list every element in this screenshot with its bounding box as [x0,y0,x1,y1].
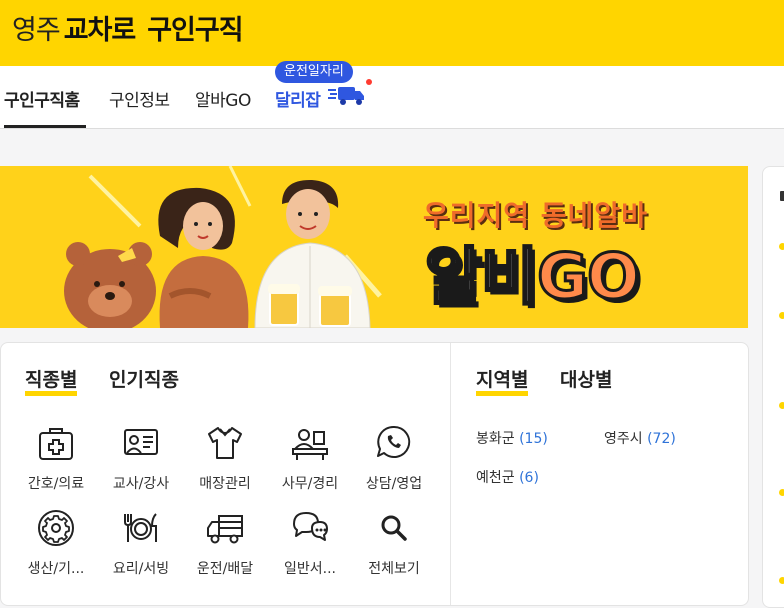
category-medical[interactable]: 간호/의료 [16,423,96,493]
search-icon [381,515,407,541]
region-link-yecheon[interactable]: 예천군 (6) [476,467,539,487]
category-label: 간호/의료 [27,476,85,492]
tab-job-info[interactable]: 구인정보 [109,86,170,111]
tab-dallijob[interactable]: 달리잡 [275,86,321,111]
category-general-service[interactable]: 일반서... [270,508,350,578]
phone-chat-icon [377,425,411,458]
region-count: (72) [647,431,676,447]
banner-title: 알비GO [423,226,642,316]
new-indicator-dot [366,79,372,85]
tab-highlight [476,391,529,396]
promo-banner[interactable]: 우리지역 동네알바 알비GO [0,166,748,328]
category-office[interactable]: 사무/경리 [270,423,350,493]
category-label: 상담/영업 [365,476,423,492]
shirt-icon [208,427,242,459]
tab-label: 대상별 [560,369,613,391]
banner-title-main: 알비 [423,239,539,315]
office-desk-icon [292,429,328,460]
region-count: (15) [519,431,548,447]
active-tab-indicator [4,125,86,128]
tab-albago[interactable]: 알바GO [195,86,251,111]
category-production[interactable]: 생산/기... [16,508,96,578]
region-name: 예천군 [476,470,515,486]
region-link-yeongju[interactable]: 영주시 (72) [604,428,676,448]
category-label: 매장관리 [199,476,251,492]
category-label: 운전/배달 [196,561,254,577]
category-label: 전체보기 [368,561,420,577]
logo-brand: 교차로 [63,15,137,46]
region-count: (6) [519,470,539,486]
banner-illustration [64,166,382,328]
side-panel [762,166,784,608]
list-bullet [779,489,784,496]
category-view-all[interactable]: 전체보기 [354,508,434,578]
list-bullet [779,312,784,319]
region-name: 봉화군 [476,431,515,447]
category-driving[interactable]: 운전/배달 [185,508,265,578]
tab-highlight [25,391,78,396]
tab-job-home[interactable]: 구인구직홈 [4,86,80,111]
tab-label: 인기직종 [109,369,179,391]
section-divider [450,343,451,605]
list-bullet [779,577,784,584]
category-label: 교사/강사 [112,476,170,492]
fork-plate-knife-icon [124,513,157,542]
tab-label: 지역별 [476,369,529,391]
category-label: 요리/서빙 [112,561,170,577]
teacher-board-icon [124,429,158,455]
delivery-truck-icon [328,87,364,105]
logo-region: 영주 [12,15,61,46]
logo-section: 구인구직 [147,15,243,46]
site-logo[interactable]: 영주 교차로 구인구직 [12,13,244,49]
category-store-management[interactable]: 매장관리 [185,423,265,493]
category-label: 일반서... [284,561,336,577]
tab-label: 직종별 [25,369,78,391]
list-bullet [779,402,784,409]
medical-kit-icon [39,428,73,460]
side-panel-header [780,191,784,201]
tab-by-region[interactable]: 지역별 [476,365,529,396]
region-link-bonghwa[interactable]: 봉화군 (15) [476,428,548,448]
main-nav: 구인구직홈 구인정보 알바GO 달리잡 [0,66,784,129]
tab-by-target[interactable]: 대상별 [560,365,612,392]
category-cooking[interactable]: 요리/서빙 [101,508,181,578]
speech-bubble-icon [293,512,328,541]
driving-jobs-badge: 운전일자리 [275,61,353,83]
banner-title-accent: GO [536,239,642,315]
category-sales[interactable]: 상담/영업 [354,423,434,493]
category-label: 생산/기... [27,561,85,577]
list-bullet [779,243,784,250]
truck-icon [207,515,243,544]
top-header: 영주 교차로 구인구직 [0,0,784,66]
gear-icon [38,510,74,546]
region-name: 영주시 [604,431,643,447]
tab-popular-occupations[interactable]: 인기직종 [109,365,179,392]
category-card: 직종별 인기직종 간호/의료 교사/강사 매장관리 사무/경리 상담/영업 생산… [0,342,749,606]
category-teacher[interactable]: 교사/강사 [101,423,181,493]
category-label: 사무/경리 [281,476,339,492]
tab-by-occupation[interactable]: 직종별 [25,365,78,396]
